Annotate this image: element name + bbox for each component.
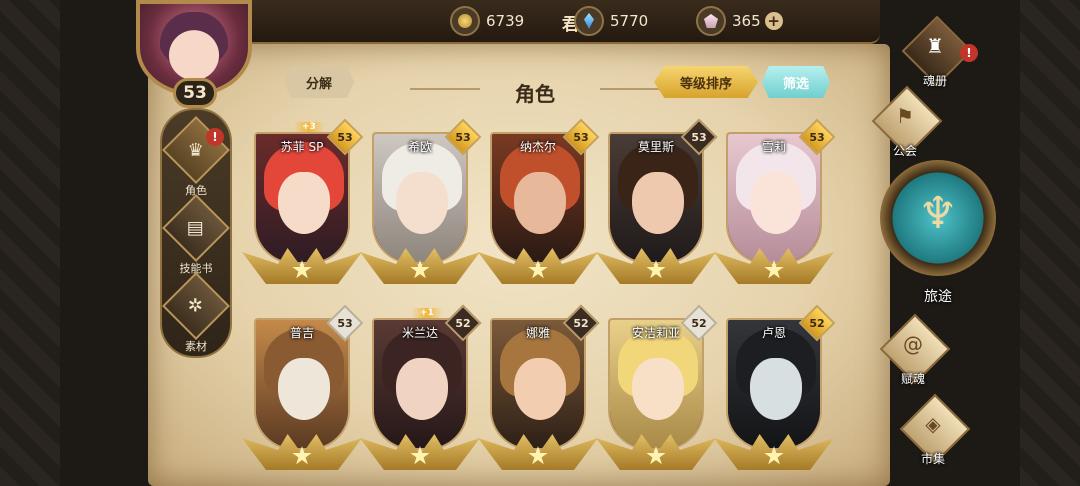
- swirl-icon: @: [903, 332, 923, 356]
- market-icon: ◈: [925, 412, 941, 436]
- gold-coin-icon: [450, 6, 480, 36]
- character-card[interactable]: 纳杰尔 53: [478, 118, 600, 284]
- character-card[interactable]: 娜雅 52: [478, 304, 600, 470]
- market-label: 市集: [920, 452, 945, 466]
- pink-gem-icon: [696, 6, 726, 36]
- guild-icon: ⚑: [896, 104, 914, 128]
- gem-value: 365: [732, 12, 761, 30]
- character-alert-badge: !: [206, 128, 224, 146]
- left-menu-label: 素材: [185, 340, 207, 353]
- market-button[interactable]: ◈ 市集: [896, 393, 971, 468]
- character-card[interactable]: 普吉 53: [242, 304, 364, 470]
- journey-button[interactable]: ♆ 旅途: [880, 160, 996, 310]
- add-gem-button[interactable]: +: [764, 12, 783, 30]
- crystal-resource[interactable]: 5770: [574, 6, 648, 36]
- character-card[interactable]: 雪莉 53: [714, 118, 836, 284]
- material-icon: ✲: [162, 272, 230, 340]
- character-icon: ♛: [162, 116, 230, 184]
- character-card[interactable]: 苏菲 SP +3 53: [242, 118, 364, 284]
- skill-book-icon: ▤: [162, 194, 230, 262]
- crystal-value: 5770: [610, 12, 649, 30]
- character-card[interactable]: 米兰达 +1 52: [360, 304, 482, 470]
- left-menu-character[interactable]: ♛ 角色 !: [162, 116, 230, 197]
- journey-label: 旅途: [924, 289, 952, 305]
- left-menu: ♛ 角色 ! ▤ 技能书 ✲ 素材: [160, 108, 232, 358]
- character-card[interactable]: 卢恩 52: [714, 304, 836, 470]
- bonus-tag: +3: [294, 122, 324, 132]
- bonus-tag: +1: [412, 308, 442, 318]
- soul-talent-label: 赋魂: [900, 372, 925, 386]
- character-card[interactable]: 安洁莉亚 52: [596, 304, 718, 470]
- blue-crystal-icon: [574, 6, 604, 36]
- filter-button[interactable]: 筛选: [762, 66, 830, 98]
- soul-book-label: 魂册: [922, 74, 947, 88]
- page-title: 角色: [515, 82, 555, 106]
- trident-icon: ♆: [918, 188, 958, 239]
- character-card[interactable]: 莫里斯 53: [596, 118, 718, 284]
- soul-book-alert-badge: !: [960, 44, 978, 62]
- avatar-portrait: [160, 12, 228, 84]
- level-sort-button[interactable]: 等级排序: [654, 66, 758, 98]
- title-ornament-left: [410, 88, 480, 90]
- character-card[interactable]: 希欧 53: [360, 118, 482, 284]
- gold-resource[interactable]: 6739: [450, 6, 524, 36]
- gold-value: 6739: [486, 12, 525, 30]
- guild-label: 公会: [892, 144, 917, 158]
- left-menu-skill-book[interactable]: ▤ 技能书: [162, 194, 230, 275]
- guild-button[interactable]: ⚑ 公会: [868, 85, 943, 160]
- right-border-pattern: [1020, 0, 1080, 486]
- top-resource-bar: 君君 6739 5770 365 +: [232, 0, 880, 44]
- gem-resource[interactable]: 365 +: [696, 6, 783, 36]
- decompose-button[interactable]: 分解: [284, 66, 354, 98]
- player-level-badge: 53: [173, 78, 217, 108]
- left-border-pattern: [0, 0, 60, 486]
- soul-book-button[interactable]: ♜ 魂册 !: [898, 15, 978, 90]
- left-menu-material[interactable]: ✲ 素材: [162, 272, 230, 353]
- soul-talent-button[interactable]: @ 赋魂: [876, 313, 951, 388]
